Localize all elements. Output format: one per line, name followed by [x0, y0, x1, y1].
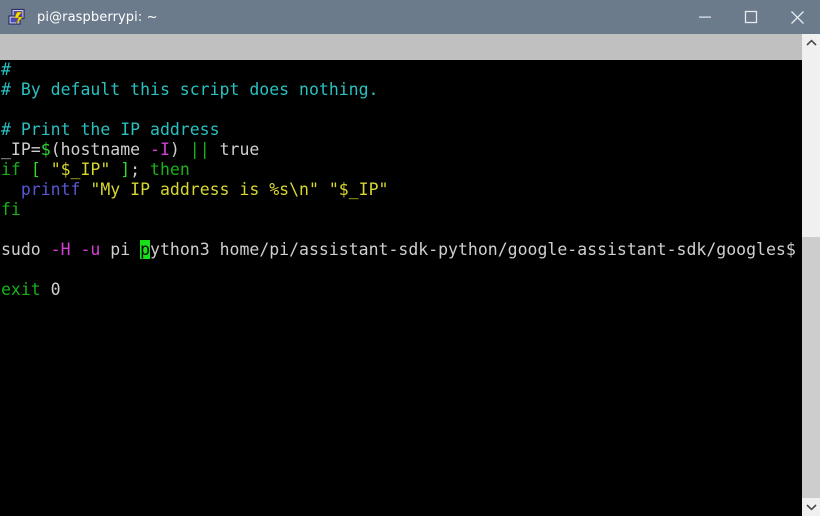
code-token: ython3 home/pi/assistant-sdk-python/goog…	[150, 240, 796, 259]
minimize-button[interactable]	[682, 0, 728, 34]
terminal-window: pi@raspberrypi: ~ GNU nano 3.2 /etc/rc.l…	[0, 0, 820, 516]
code-token: -u	[80, 240, 101, 259]
code-line: fi	[0, 200, 802, 220]
code-line: printf "My IP address is %s\n" "$_IP"	[0, 180, 802, 200]
code-line: # By default this script does nothing.	[0, 80, 802, 100]
scrollbar-thumb[interactable]	[802, 237, 820, 498]
code-token: # Print the IP address	[1, 120, 220, 139]
code-token: then	[150, 160, 190, 179]
close-button[interactable]	[774, 0, 820, 34]
code-token: (hostname	[50, 140, 151, 159]
window-title: pi@raspberrypi: ~	[37, 9, 158, 25]
window-titlebar[interactable]: pi@raspberrypi: ~	[0, 0, 820, 34]
code-token: #	[1, 60, 11, 79]
code-token: "$_IP"	[328, 180, 389, 199]
code-line: exit 0	[0, 280, 802, 300]
vertical-scrollbar[interactable]	[802, 34, 820, 516]
maximize-button[interactable]	[728, 0, 774, 34]
close-icon	[790, 10, 804, 24]
code-token: 0	[40, 280, 61, 299]
code-token: ||	[189, 140, 210, 159]
code-token: true	[209, 140, 260, 159]
minimize-icon	[699, 16, 711, 18]
code-line: sudo -H -u pi python3 home/pi/assistant-…	[0, 240, 802, 260]
code-token: printf	[20, 180, 81, 199]
code-token: [	[30, 160, 41, 179]
code-token: pi	[100, 240, 141, 259]
code-line: # Print the IP address	[0, 120, 802, 140]
code-token: exit	[1, 280, 41, 299]
code-token: "$_IP"	[50, 160, 111, 179]
scrollbar-down-button[interactable]	[802, 498, 820, 516]
nano-shortcut-bar: ^G Get Help ^O Write Out ^W Where Is ^K …	[0, 472, 802, 516]
code-token: _IP=	[1, 140, 41, 159]
code-token: ]	[120, 160, 131, 179]
code-token: ;	[130, 160, 151, 179]
code-token: -I	[150, 140, 170, 159]
text-cursor: p	[140, 240, 151, 259]
code-token: if	[1, 160, 21, 179]
code-line: _IP=$(hostname -I) || true	[0, 140, 802, 160]
code-token: "My IP address is %s\n"	[90, 180, 319, 199]
scrollbar-up-button[interactable]	[802, 34, 820, 52]
terminal-screen[interactable]: GNU nano 3.2 /etc/rc.local Modified # # B…	[0, 34, 820, 516]
code-token: fi	[1, 200, 21, 219]
code-line: if [ "$_IP" ]; then	[0, 160, 802, 180]
maximize-icon	[744, 10, 758, 24]
code-token: )	[169, 140, 190, 159]
nano-text-area[interactable]: # # By default this script does nothing. …	[0, 60, 802, 490]
code-line: #	[0, 60, 802, 80]
nano-editor[interactable]: GNU nano 3.2 /etc/rc.local Modified # # B…	[0, 34, 802, 516]
code-token: -H	[50, 240, 71, 259]
nano-title-bar: GNU nano 3.2 /etc/rc.local Modified	[0, 34, 802, 134]
code-token: $	[40, 140, 51, 159]
chevron-up-icon	[805, 39, 817, 46]
code-token: # By default this script does nothing.	[1, 80, 379, 99]
code-token: sudo	[1, 240, 51, 259]
putty-terminal-icon	[8, 7, 28, 27]
scrollbar-track[interactable]	[802, 52, 820, 498]
chevron-down-icon	[805, 504, 817, 511]
